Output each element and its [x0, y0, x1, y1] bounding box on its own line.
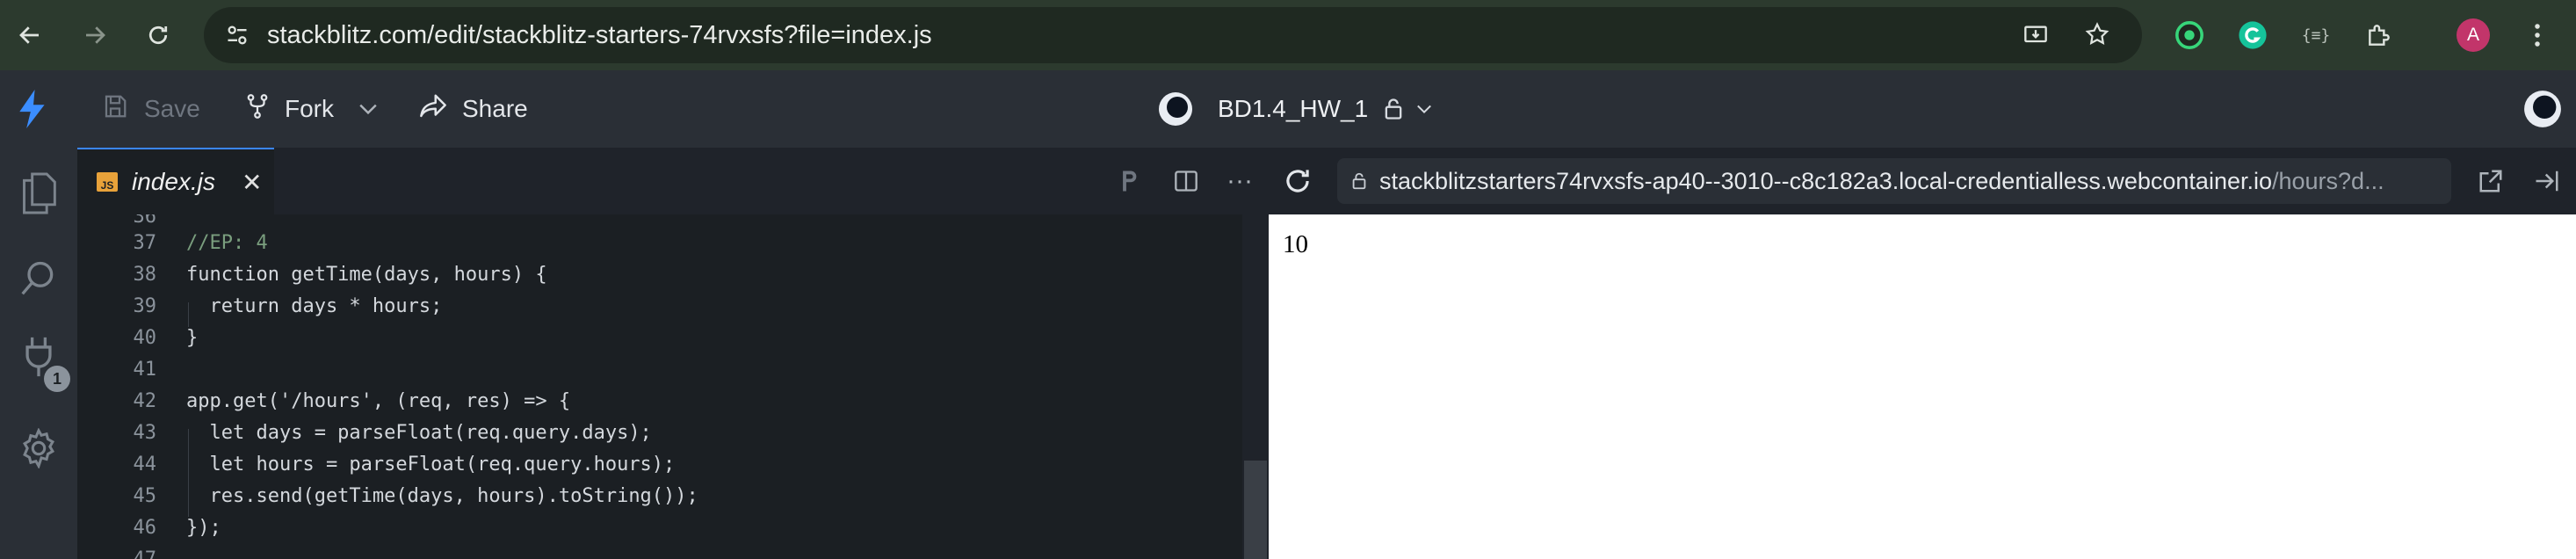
stackblitz-logo-icon[interactable] [18, 70, 49, 148]
line-number: 45 [133, 485, 157, 507]
refresh-preview-icon[interactable] [1281, 148, 1314, 214]
preview-url-path: /hours?d... [2272, 167, 2384, 194]
line-number: 37 [133, 232, 157, 254]
split-view-icon[interactable] [1174, 148, 1198, 214]
share-button[interactable]: Share [418, 70, 528, 148]
extensions-badge: 1 [44, 366, 70, 392]
kebab-menu-icon[interactable] [2520, 18, 2555, 53]
browser-chrome: stackblitz.com/edit/stackblitz-starters-… [0, 0, 2576, 70]
save-label: Save [144, 95, 200, 122]
code-line-text: //EP: 4 [186, 232, 268, 254]
prettier-icon[interactable] [1119, 148, 1142, 214]
code-line: res.send(getTime(days, hours).toString()… [186, 485, 698, 507]
tab-label: index.js [132, 168, 215, 195]
address-bar[interactable]: stackblitz.com/edit/stackblitz-starters-… [204, 7, 2142, 63]
fork-icon [244, 92, 271, 127]
line-number: 46 [133, 517, 157, 539]
collapse-preview-icon[interactable] [2534, 148, 2560, 214]
code-line: app.get('/hours', (req, res) => { [186, 390, 570, 412]
code-line-text: }); [186, 517, 221, 539]
fork-button[interactable]: Fork [244, 70, 334, 148]
editor-tab-bar: JS index.js ✕ [77, 148, 1269, 214]
app-toolbar: Save Fork Share BD1.4_HW_1 [0, 70, 2576, 148]
tab-index-js[interactable]: JS index.js ✕ [77, 148, 274, 214]
line-number: 40 [133, 327, 157, 349]
line-number: 39 [133, 295, 157, 317]
code-line-text: let hours = parseFloat(req.query.hours); [186, 454, 676, 476]
lock-icon[interactable] [1381, 70, 1406, 148]
owner-avatar[interactable] [1158, 70, 1193, 148]
code-line-text: let days = parseFloat(req.query.days); [186, 422, 652, 444]
back-icon[interactable] [12, 18, 47, 53]
code-line: let days = parseFloat(req.query.days); [186, 422, 652, 444]
code-line-text: function getTime(days, hours) { [186, 264, 547, 286]
line-number: 47 [86, 548, 157, 559]
puzzle-icon[interactable] [2362, 18, 2397, 53]
reload-icon[interactable] [141, 18, 176, 53]
activity-bar: 1 [0, 148, 77, 559]
js-file-icon: JS [97, 172, 118, 192]
line-number: 44 [133, 454, 157, 476]
install-app-icon[interactable] [2022, 23, 2049, 52]
preview-output: 10 [1283, 230, 1308, 258]
line-number: 36 [133, 214, 157, 228]
extension-brackets-icon[interactable]: {≡} [2298, 18, 2334, 53]
line-number: 41 [133, 359, 157, 381]
save-button[interactable]: Save [102, 70, 200, 148]
share-icon [418, 93, 448, 126]
project-name[interactable]: BD1.4_HW_1 [1218, 70, 1368, 148]
visibility-chevron-down-icon[interactable] [1416, 70, 1432, 148]
code-line-text: } [186, 327, 199, 349]
editor-scrollbar[interactable] [1242, 214, 1269, 559]
lock-icon [1350, 170, 1369, 192]
close-icon[interactable]: ✕ [242, 168, 262, 197]
open-new-window-icon[interactable] [2478, 148, 2504, 214]
code-line: let hours = parseFloat(req.query.hours); [186, 454, 675, 476]
forward-icon[interactable] [77, 18, 112, 53]
code-line: return days * hours; [186, 295, 442, 317]
line-number-gutter: 36 37 38 39 40 41 42 43 44 45 46 47 [77, 214, 157, 559]
code-line-text: res.send(getTime(days, hours).toString()… [186, 485, 698, 507]
fork-label: Fork [285, 95, 334, 122]
fork-dropdown-chevron-icon[interactable] [358, 70, 378, 148]
gear-icon[interactable] [14, 424, 63, 473]
preview-pane: 10 [1269, 214, 2576, 559]
code-line-text: return days * hours; [186, 295, 443, 317]
save-icon [102, 93, 128, 126]
code-line-text: app.get('/hours', (req, res) => { [186, 390, 571, 412]
profile-avatar[interactable]: A [2457, 18, 2490, 52]
code-line: function getTime(days, hours) { [186, 264, 547, 286]
preview-url-host: stackblitzstarters74rvxsfs-ap40--3010--c… [1379, 167, 2272, 194]
code-line: //EP: 4 [186, 232, 268, 254]
code-line: } [186, 327, 198, 349]
line-number: 43 [133, 422, 157, 444]
star-icon[interactable] [2084, 21, 2110, 52]
line-number: 38 [133, 264, 157, 286]
search-icon[interactable] [14, 253, 63, 302]
more-options-icon[interactable]: ··· [1226, 148, 1253, 214]
address-url[interactable]: stackblitz.com/edit/stackblitz-starters-… [267, 7, 932, 63]
grammarly-icon[interactable] [2235, 18, 2270, 53]
share-label: Share [462, 95, 528, 122]
scrollbar-thumb[interactable] [1244, 461, 1267, 559]
code-editor[interactable]: 36 37 38 39 40 41 42 43 44 45 46 47 //EP… [77, 214, 1269, 559]
code-line: }); [186, 517, 221, 539]
files-icon[interactable] [14, 169, 63, 218]
preview-url-bar[interactable]: stackblitzstarters74rvxsfs-ap40--3010--c… [1337, 158, 2451, 204]
line-number: 42 [133, 390, 157, 412]
site-settings-icon[interactable] [225, 23, 250, 52]
extension-circle-icon[interactable] [2172, 18, 2207, 53]
user-avatar[interactable] [2523, 70, 2562, 148]
preview-url: stackblitzstarters74rvxsfs-ap40--3010--c… [1379, 168, 2384, 195]
